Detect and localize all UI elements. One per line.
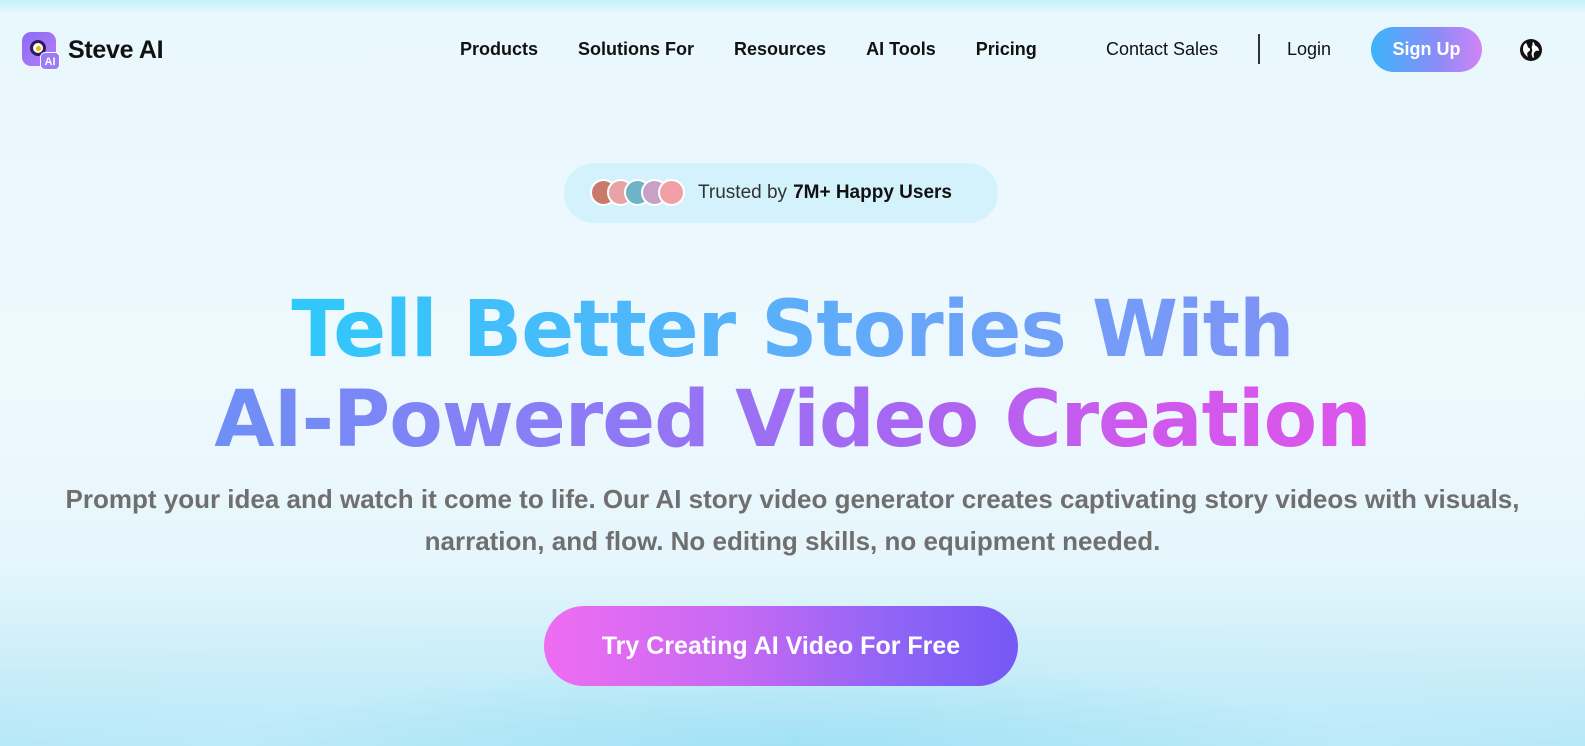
logo-text: Steve AI (68, 35, 164, 64)
hero-subheadline: Prompt your idea and watch it come to li… (65, 484, 1520, 556)
avatar-group (590, 179, 686, 207)
nav-item-products[interactable]: Products (460, 36, 538, 62)
main-nav: Products Solutions For Resources AI Tool… (460, 36, 1077, 62)
globe-icon[interactable] (1519, 38, 1543, 62)
headline-text-1: Tell Better Stories With (291, 285, 1294, 375)
steve-ai-logo-icon: AI (18, 28, 62, 72)
logo[interactable]: AI Steve AI (18, 28, 164, 72)
sign-up-button[interactable]: Sign Up (1371, 27, 1482, 72)
logo-ai-badge: AI (40, 52, 60, 70)
trusted-label: Trusted by (698, 182, 788, 203)
nav-item-ai-tools[interactable]: AI Tools (866, 36, 936, 62)
nav-divider (1258, 34, 1260, 64)
site-header: AI Steve AI Products Solutions For Resou… (0, 0, 1585, 98)
try-free-button[interactable]: Try Creating AI Video For Free (544, 606, 1018, 686)
nav-item-pricing[interactable]: Pricing (976, 36, 1037, 62)
headline-text-2: AI-Powered Video Creation (214, 375, 1371, 465)
users-count: 7M+ Happy Users (793, 182, 952, 203)
trusted-badge: Trusted by 7M+ Happy Users (564, 163, 998, 223)
contact-sales-link[interactable]: Contact Sales (1106, 36, 1218, 62)
nav-item-resources[interactable]: Resources (734, 36, 826, 62)
nav-item-solutions-for[interactable]: Solutions For (578, 36, 694, 62)
hero-headline-line2: AI-Powered Video Creation (0, 374, 1585, 466)
hero-headline-line1: Tell Better Stories With (0, 284, 1585, 376)
login-link[interactable]: Login (1287, 36, 1331, 62)
avatar (658, 179, 685, 206)
